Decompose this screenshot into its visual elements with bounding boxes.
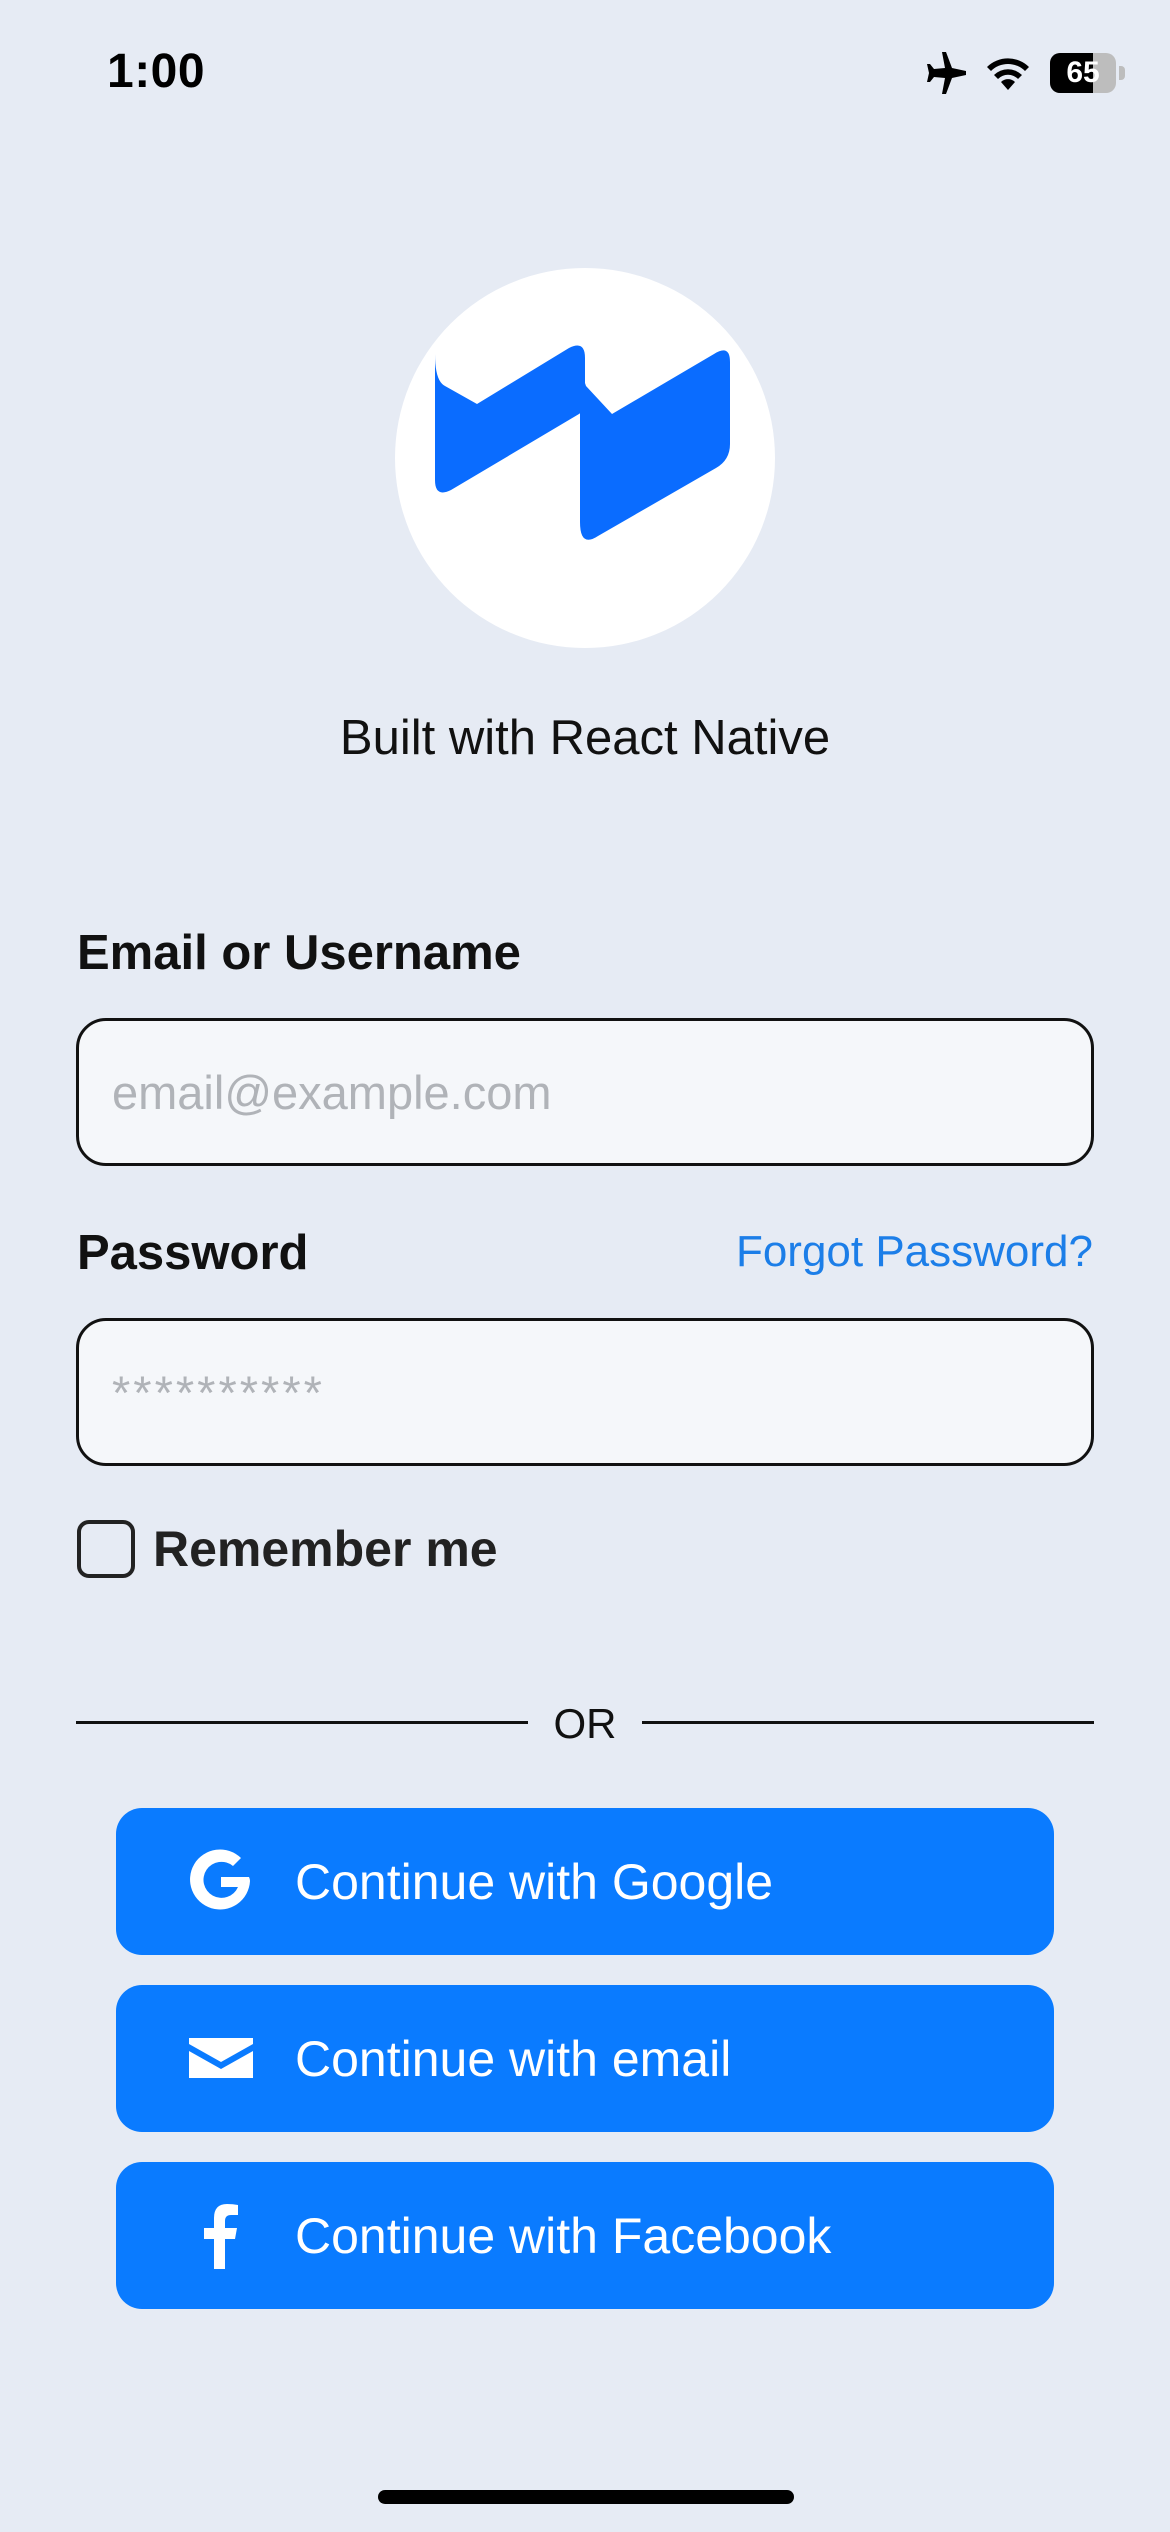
divider-line-right — [642, 1721, 1094, 1724]
facebook-button-label: Continue with Facebook — [295, 2207, 832, 2264]
continue-with-email-button[interactable]: Continue with email — [116, 1985, 1054, 2132]
password-label: Password — [77, 1226, 309, 1280]
email-placeholder: email@example.com — [112, 1065, 552, 1119]
battery-tip — [1119, 66, 1125, 80]
airplane-icon — [924, 52, 970, 94]
login-screen: 1:00 65 Built with React Native Email or… — [0, 0, 1170, 2532]
email-label: Email or Username — [77, 926, 521, 980]
app-logo — [395, 268, 775, 648]
react-native-logo — [435, 345, 730, 540]
remember-me[interactable]: Remember me — [77, 1520, 498, 1578]
remember-me-checkbox[interactable] — [77, 1520, 135, 1578]
remember-me-label: Remember me — [153, 1521, 498, 1577]
tagline: Built with React Native — [339, 711, 831, 765]
divider-text: OR — [553, 1700, 617, 1747]
email-button-label: Continue with email — [295, 2030, 732, 2087]
wifi-icon — [984, 54, 1032, 92]
home-indicator[interactable] — [378, 2490, 794, 2504]
google-button-label: Continue with Google — [295, 1853, 774, 1910]
continue-with-facebook-button[interactable]: Continue with Facebook — [116, 2162, 1054, 2309]
battery-level: 65 — [1066, 56, 1100, 89]
status-icons: 65 — [924, 52, 1125, 94]
google-icon — [181, 1841, 261, 1921]
facebook-icon — [181, 2195, 261, 2275]
battery-icon: 65 — [1050, 53, 1125, 93]
or-divider: OR — [76, 1700, 1094, 1747]
password-placeholder: ********** — [112, 1365, 325, 1419]
email-field[interactable]: email@example.com — [76, 1018, 1094, 1166]
forgot-password-link[interactable]: Forgot Password? — [736, 1227, 1093, 1277]
continue-with-google-button[interactable]: Continue with Google — [116, 1808, 1054, 1955]
mail-icon — [181, 2018, 261, 2098]
status-time: 1:00 — [107, 45, 206, 98]
password-field[interactable]: ********** — [76, 1318, 1094, 1466]
